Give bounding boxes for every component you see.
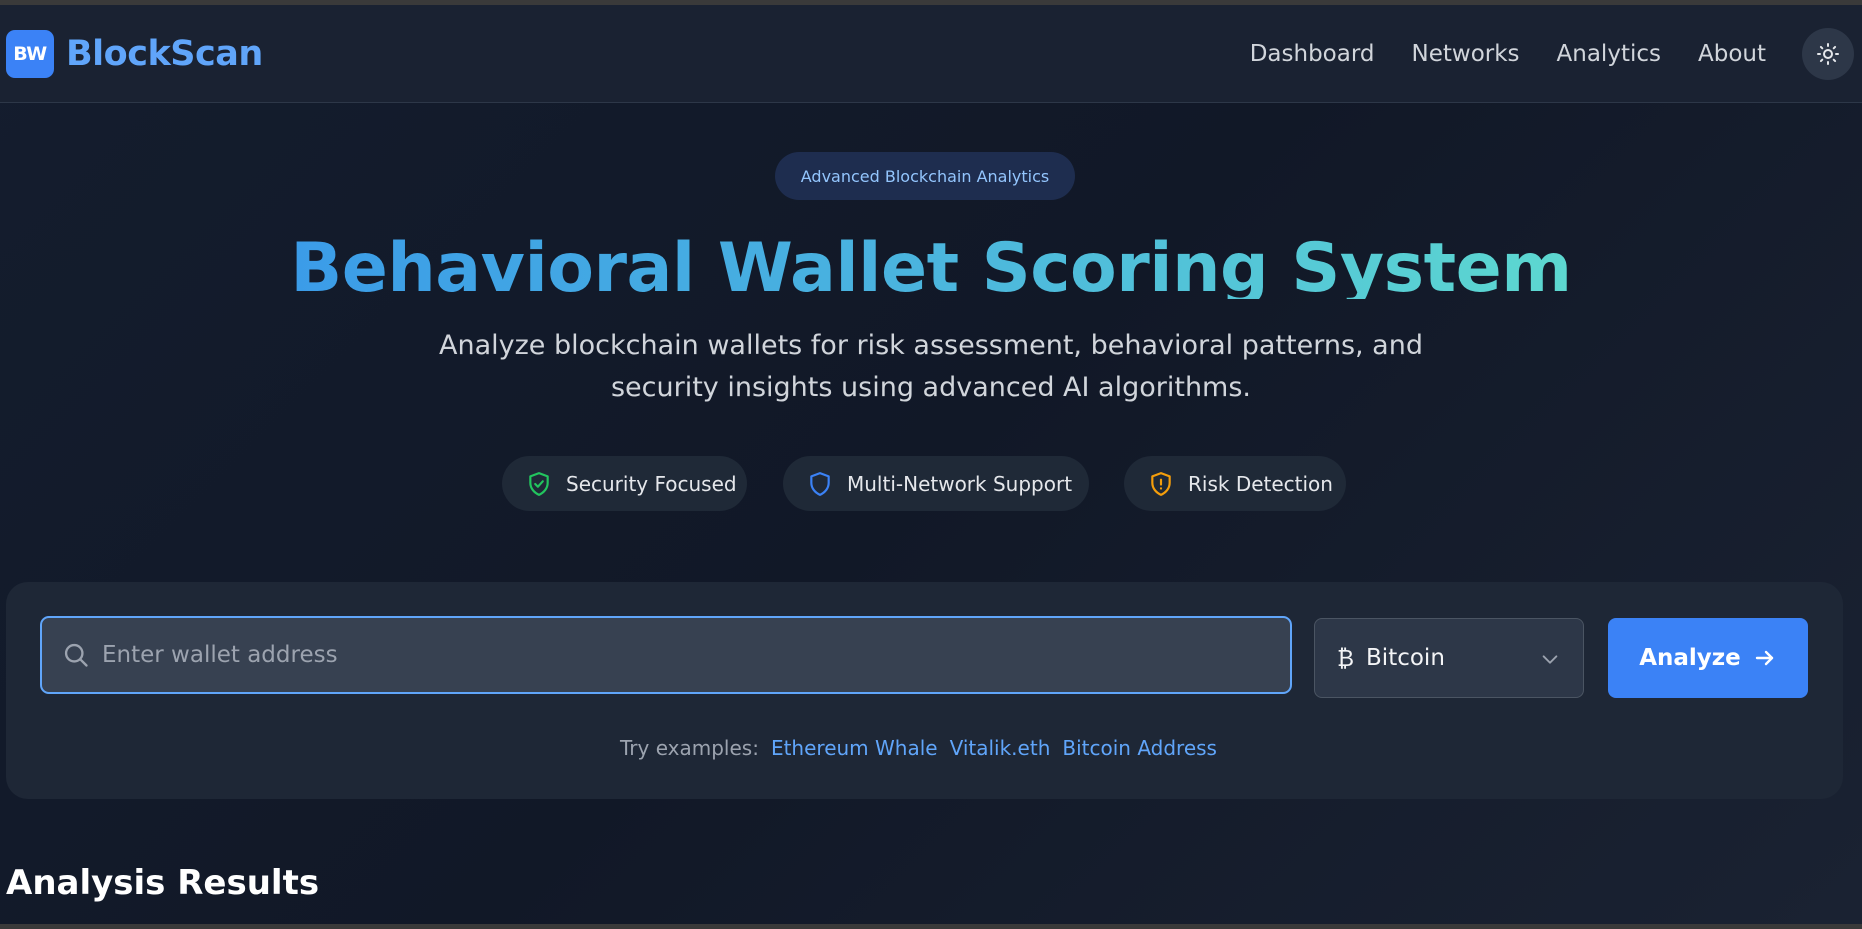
feature-security: Security Focused: [502, 456, 747, 511]
results-heading: Analysis Results: [6, 863, 320, 903]
bitcoin-icon: ₿: [1337, 645, 1355, 672]
feature-list: Security Focused Multi-Network Support R…: [0, 456, 1862, 511]
example-ethereum-whale[interactable]: Ethereum Whale: [771, 736, 938, 760]
nav-about[interactable]: About: [1698, 41, 1766, 67]
example-bitcoin-address[interactable]: Bitcoin Address: [1062, 736, 1217, 760]
analyze-button-label: Analyze: [1639, 645, 1741, 671]
feature-label: Security Focused: [566, 471, 737, 496]
network-select-value: Bitcoin: [1366, 645, 1445, 671]
example-links: Try examples: Ethereum Whale Vitalik.eth…: [6, 736, 1843, 760]
chevron-down-icon: [1542, 655, 1558, 664]
nav-networks[interactable]: Networks: [1412, 41, 1520, 67]
nav-dashboard[interactable]: Dashboard: [1250, 41, 1375, 67]
sun-icon: [1817, 42, 1839, 65]
example-vitalik-eth[interactable]: Vitalik.eth: [950, 736, 1051, 760]
shield-icon: [810, 471, 830, 496]
search-icon: [64, 643, 88, 667]
hero-badge: Advanced Blockchain Analytics: [775, 152, 1075, 200]
arrow-right-icon: [1755, 650, 1773, 666]
network-select[interactable]: ₿ Bitcoin: [1314, 618, 1584, 698]
logo: BW: [6, 29, 54, 78]
analyze-button[interactable]: Analyze: [1608, 618, 1808, 698]
examples-label: Try examples:: [620, 736, 759, 760]
feature-risk-detection: Risk Detection: [1124, 456, 1346, 511]
page-title-text: Behavioral Wallet Scoring System: [290, 229, 1572, 299]
shield-alert-icon: [1151, 471, 1171, 496]
feature-label: Risk Detection: [1188, 471, 1333, 496]
brand-name: BlockScan: [66, 33, 263, 74]
top-navbar: BW BlockScan Dashboard Networks Analytic…: [0, 5, 1862, 103]
brand[interactable]: BW BlockScan: [6, 29, 263, 78]
page-title: Behavioral Wallet Scoring System: [0, 229, 1862, 299]
shield-check-icon: [529, 471, 549, 496]
main-nav: Dashboard Networks Analytics About: [1213, 27, 1854, 80]
hero-subtitle: Analyze blockchain wallets for risk asse…: [439, 330, 1423, 403]
wallet-address-input[interactable]: [102, 642, 1290, 668]
theme-toggle-button[interactable]: [1802, 27, 1854, 80]
feature-label: Multi-Network Support: [847, 471, 1073, 496]
app-window: BW BlockScan Dashboard Networks Analytic…: [0, 0, 1862, 929]
nav-analytics[interactable]: Analytics: [1557, 41, 1661, 67]
search-card: ₿ Bitcoin Analyze Try examples: Ethereum…: [6, 582, 1843, 799]
search-box[interactable]: [40, 616, 1292, 694]
feature-multi-network: Multi-Network Support: [783, 456, 1089, 511]
